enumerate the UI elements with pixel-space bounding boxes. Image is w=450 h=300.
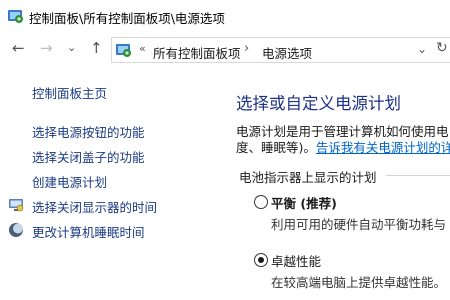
navigation-bar: ← → ⌄ ↑ « 所有控制面板项 › 电源选项 ⌄ ↻ [0,32,450,66]
control-panel-icon [8,10,23,23]
sidebar-control-panel-home[interactable]: 控制面板主页 [32,83,107,102]
plan-ultimate-radio[interactable] [254,253,268,267]
sidebar-item-create-plan[interactable]: 创建电源计划 [32,172,107,191]
plan-balanced-radio[interactable] [254,195,268,209]
description-text: 度、睡眠等)。 [236,140,316,155]
plan-balanced-description: 利用可用的硬件自动平衡功耗与 [271,217,447,232]
learn-more-link[interactable]: 告诉我有关电源计划的详 [316,140,450,155]
breadcrumb-power-options[interactable]: 电源选项 [262,43,312,62]
sidebar-item-power-buttons[interactable]: 选择电源按钮的功能 [32,122,145,141]
sidebar-item-sleep-time[interactable]: 更改计算机睡眠时间 [32,222,145,241]
control-panel-icon [116,44,131,57]
window-title: 控制面板\所有控制面板项\电源选项 [29,11,225,26]
plan-balanced-name[interactable]: 平衡 (推荐) [271,193,337,212]
group-label: 电池指示器上显示的计划 [239,170,377,185]
monitor-icon [9,199,24,212]
breadcrumb-overflow[interactable]: « [139,42,146,55]
group-divider [386,175,450,176]
plan-ultimate-description: 在较高端电脑上提供卓越性能。 [271,275,447,290]
arrow-up-icon[interactable]: ↑ [90,39,103,57]
sidebar-item-lid-close[interactable]: 选择关闭盖子的功能 [32,147,145,166]
breadcrumb-all-items[interactable]: 所有控制面板项 [153,43,241,62]
description-line-2: 度、睡眠等)。告诉我有关电源计划的详 [236,137,450,156]
sidebar-item-display-off[interactable]: 选择关闭显示器的时间 [32,197,157,216]
refresh-icon[interactable]: ↻ [436,40,448,56]
arrow-right-icon[interactable]: → [40,39,53,57]
arrow-left-icon[interactable]: ← [12,39,25,57]
address-bar[interactable]: « 所有控制面板项 › 电源选项 ⌄ ↻ [111,37,450,63]
breadcrumb-separator[interactable]: › [244,41,249,56]
chevron-down-icon[interactable]: ⌄ [67,39,76,57]
plan-ultimate-name[interactable]: 卓越性能 [271,251,321,270]
sleep-moon-icon [9,223,23,237]
page-title: 选择或自定义电源计划 [236,94,401,113]
address-dropdown-icon[interactable]: ⌄ [417,42,427,56]
radio-selected-dot [258,257,264,263]
title-bar: 控制面板\所有控制面板项\电源选项 [0,0,450,32]
